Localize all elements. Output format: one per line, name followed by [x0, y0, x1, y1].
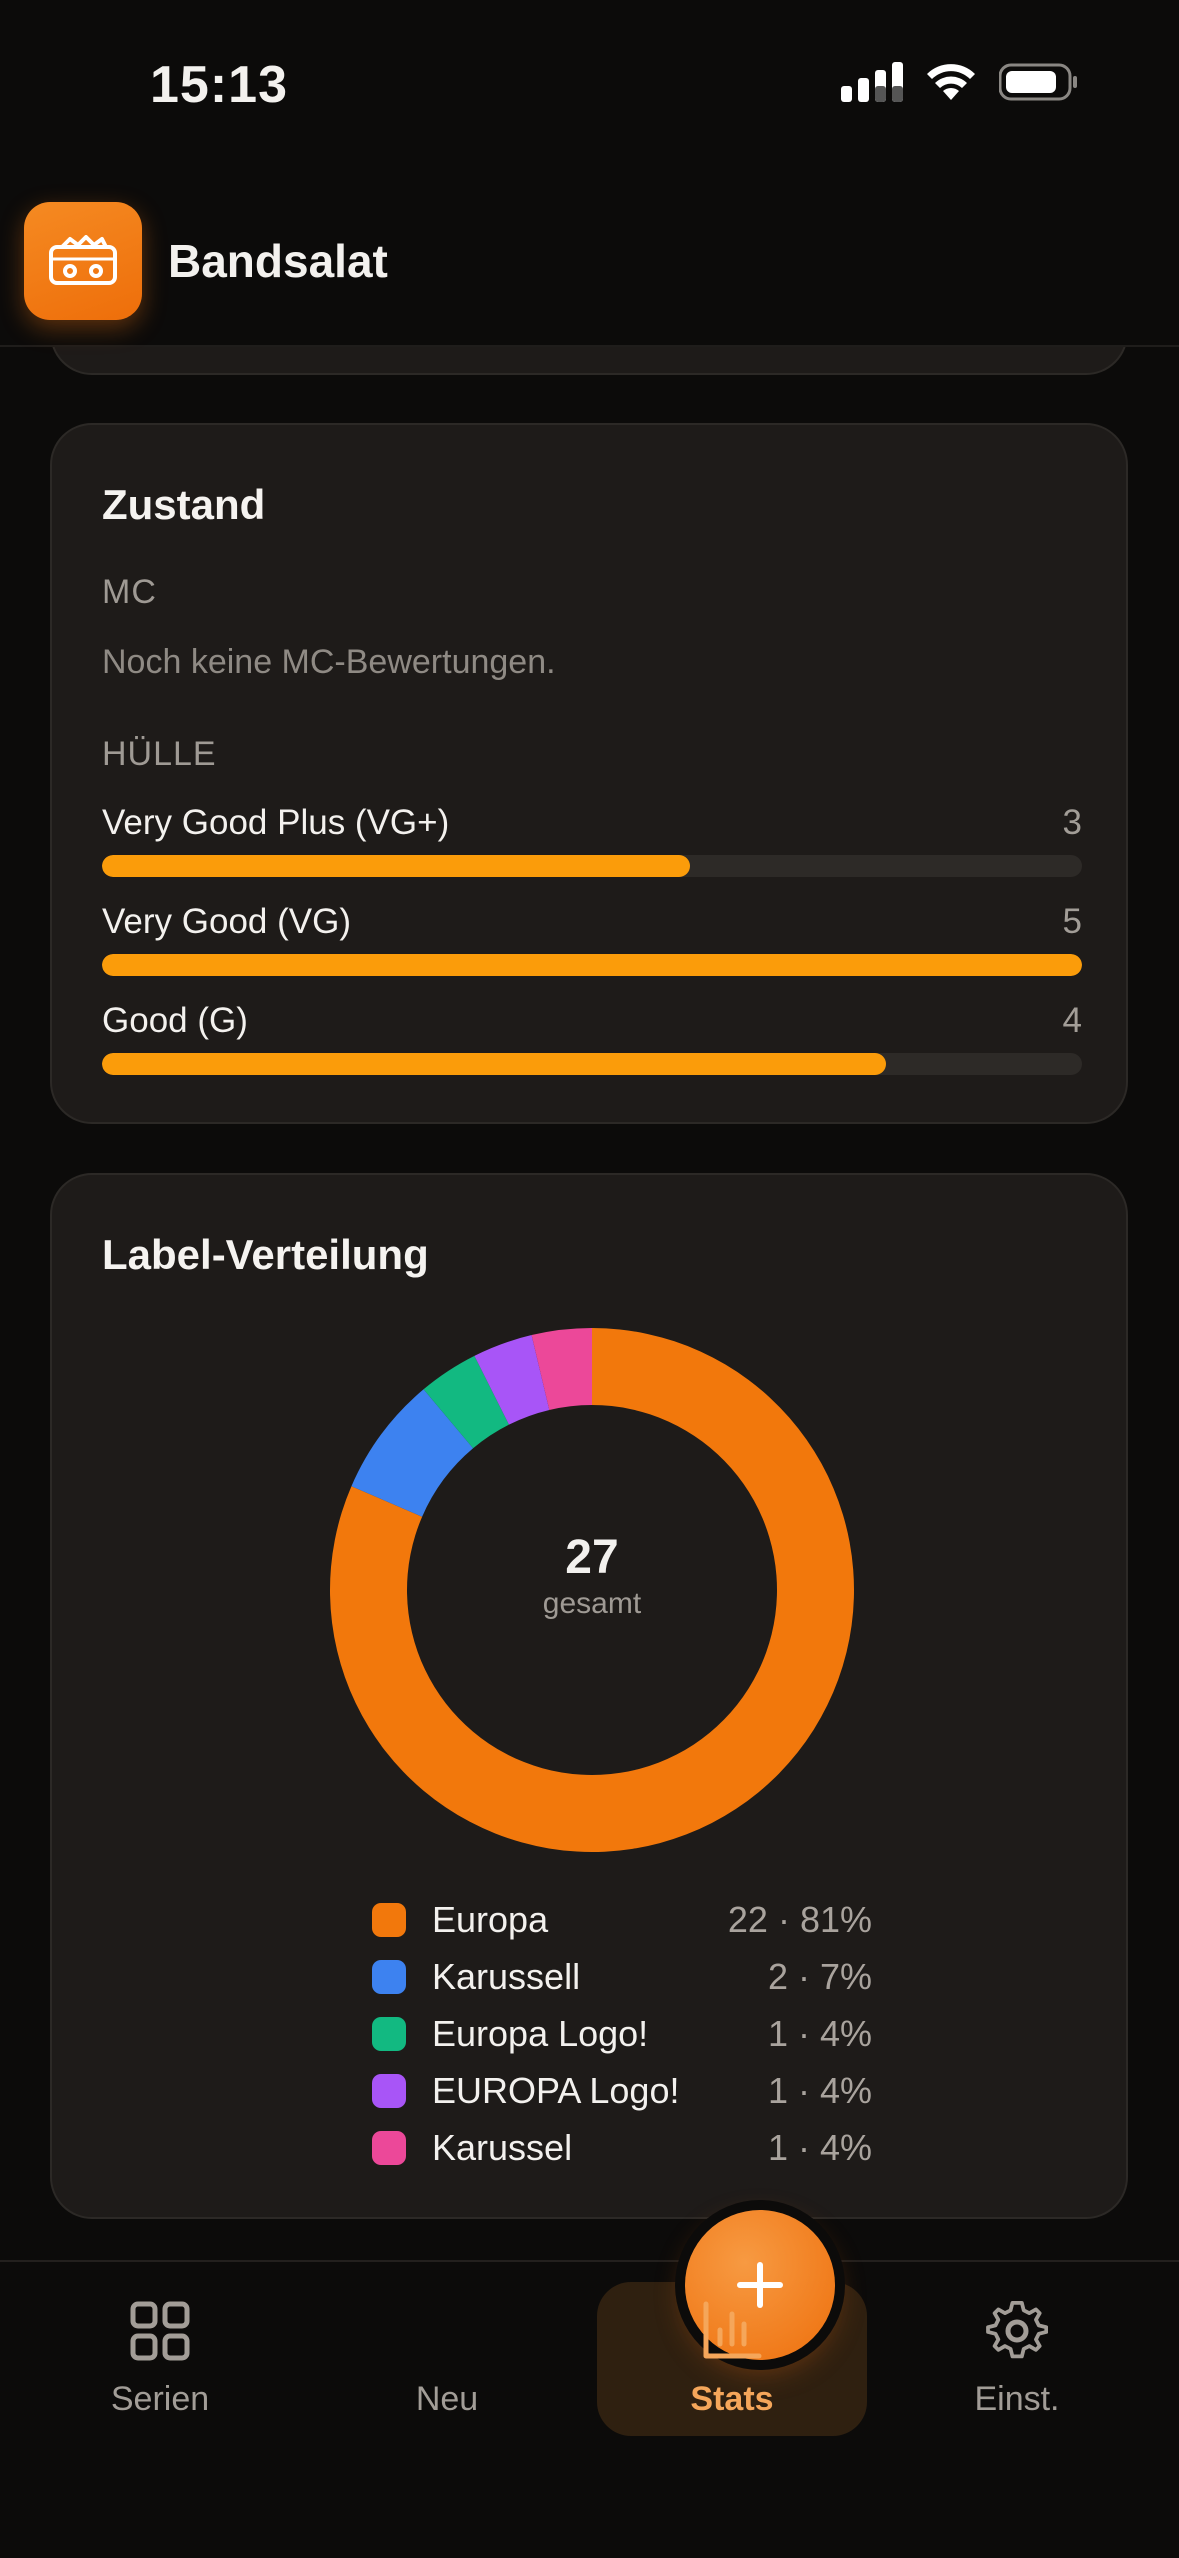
tab-stats-label: Stats — [690, 2380, 774, 2418]
chart-legend: Europa 22 · 81% Karussell 2 · 7% Europa Logo… — [372, 1895, 872, 2180]
legend-value: 2 · 7% — [767, 1956, 872, 1997]
bar-chart-icon — [597, 2300, 867, 2370]
legend-value: 1 · 4% — [767, 2013, 872, 2054]
grid-icon — [25, 2300, 295, 2370]
legend-value: 22 · 81% — [727, 1899, 872, 1940]
condition-bar-row: Very Good Plus (VG+) 3 — [102, 803, 1082, 883]
legend-item: Europa 22 · 81% — [372, 1895, 872, 1952]
signal-icon — [841, 62, 903, 102]
legend-swatch — [372, 2131, 406, 2165]
condition-bar-track — [102, 1053, 1082, 1075]
legend-item: Karussell 2 · 7% — [372, 1952, 872, 2009]
legend-swatch — [372, 1960, 406, 1994]
legend-swatch — [372, 1903, 406, 1937]
legend-label: EUROPA Logo! — [432, 2070, 680, 2111]
condition-bar-label: Very Good Plus (VG+) — [102, 803, 450, 842]
status-icons — [841, 62, 1079, 102]
battery-icon — [999, 63, 1077, 101]
legend-swatch — [372, 2074, 406, 2108]
condition-bar-fill — [102, 855, 690, 877]
condition-card: Zustand MC Noch keine MC-Bewertungen. HÜ… — [50, 423, 1128, 1124]
label-distribution-title: Label-Verteilung — [102, 1231, 429, 1278]
mc-empty-text: Noch keine MC-Bewertungen. — [102, 643, 556, 681]
tab-stats[interactable]: Stats — [597, 2262, 867, 2462]
condition-bar-row: Good (G) 4 — [102, 1001, 1082, 1081]
legend-item: Europa Logo! 1 · 4% — [372, 2009, 872, 2066]
donut-total-label: gesamt — [542, 1587, 642, 1620]
condition-bar-count: 5 — [1062, 902, 1082, 941]
donut-chart: 27 gesamt — [327, 1325, 857, 1855]
condition-bar-label: Good (G) — [102, 1001, 248, 1040]
bottom-tab-bar: Serien Neu Stats Einst. — [0, 2210, 1179, 2558]
legend-swatch — [372, 2017, 406, 2051]
tab-neu-label: Neu — [415, 2380, 479, 2418]
condition-bar-row: Very Good (VG) 5 — [102, 902, 1082, 982]
app-header: Bandsalat — [0, 190, 1179, 347]
legend-value: 1 · 4% — [767, 2127, 872, 2168]
tab-serien-label: Serien — [110, 2380, 210, 2418]
legend-label: Europa Logo! — [432, 2013, 649, 2054]
legend-label: Europa — [432, 1899, 549, 1940]
donut-total: 27 — [565, 1531, 619, 1584]
wifi-icon — [927, 64, 975, 100]
legend-label: Karussel — [432, 2127, 573, 2168]
condition-bar-count: 3 — [1062, 803, 1082, 842]
legend-item: EUROPA Logo! 1 · 4% — [372, 2066, 872, 2123]
app-logo — [24, 202, 142, 320]
condition-bar-track — [102, 855, 1082, 877]
status-time: 15:13 — [150, 56, 288, 114]
condition-bar-track — [102, 954, 1082, 976]
app-title: Bandsalat — [168, 235, 388, 287]
condition-title: Zustand — [102, 481, 266, 528]
condition-bar-count: 4 — [1062, 1001, 1082, 1040]
tab-serien[interactable]: Serien — [25, 2262, 295, 2462]
condition-bar-fill — [102, 954, 1082, 976]
gear-icon — [882, 2300, 1152, 2370]
legend-value: 1 · 4% — [767, 2070, 872, 2111]
huelle-section-label: HÜLLE — [102, 735, 217, 773]
tab-einstellungen-label: Einst. — [974, 2380, 1060, 2418]
label-distribution-card: Label-Verteilung 27 gesamt Europa 22 · 81… — [50, 1173, 1128, 2219]
condition-bar-label: Very Good (VG) — [102, 902, 351, 941]
tab-neu[interactable]: Neu — [312, 2210, 835, 2462]
legend-label: Karussell — [432, 1956, 581, 1997]
cassette-icon — [49, 235, 117, 285]
condition-bar-fill — [102, 1053, 886, 1075]
mc-section-label: MC — [102, 573, 157, 611]
legend-item: Karussel 1 · 4% — [372, 2123, 872, 2180]
status-bar: 15:13 — [0, 0, 1179, 170]
tab-einstellungen[interactable]: Einst. — [882, 2262, 1152, 2462]
